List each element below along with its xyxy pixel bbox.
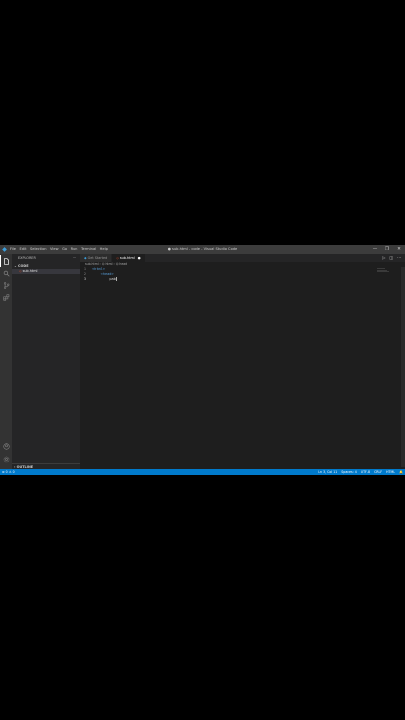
run-icon[interactable]: ▷ (382, 254, 385, 262)
code-line[interactable]: 3 pab (80, 277, 405, 282)
vscode-logo-icon: ◆ (2, 246, 7, 253)
tab-get-started[interactable]: ◆Get Started (80, 254, 113, 262)
problems-indicator[interactable]: ⊗ 0 ⚠ 0 (2, 469, 15, 475)
account-icon[interactable] (0, 440, 12, 452)
source-control-icon[interactable] (0, 279, 12, 291)
unsaved-dot-icon[interactable]: ● (138, 256, 141, 260)
extensions-icon[interactable] (0, 291, 12, 303)
html-file-icon: ◇ (116, 256, 119, 260)
menu-view[interactable]: View (50, 245, 59, 254)
status-bar: ⊗ 0 ⚠ 0 Ln 3, Col 11 Spaces: 4 UTF-8 CRL… (0, 469, 405, 475)
minimize-button[interactable]: — (369, 245, 381, 254)
settings-gear-icon[interactable] (0, 453, 12, 465)
maximize-button[interactable]: ❐ (381, 245, 393, 254)
more-icon[interactable]: ··· (397, 254, 401, 262)
menu-go[interactable]: Go (62, 245, 67, 254)
file-item-label: sub.html (22, 269, 38, 273)
window-controls: — ❐ ✕ (369, 245, 405, 254)
notifications-bell-icon[interactable]: 🔔 (399, 469, 403, 475)
editor-scrollbar[interactable] (401, 267, 405, 467)
explorer-sidebar: EXPLORER ··· ⌄ CODE ◇sub.html › OUTLINE (12, 254, 80, 469)
line-number: 3 (83, 277, 86, 281)
explorer-icon[interactable] (0, 255, 12, 267)
language-mode[interactable]: HTML (386, 469, 395, 475)
menu-run[interactable]: Run (71, 245, 78, 254)
html-file-icon: ◇ (19, 269, 22, 273)
close-button[interactable]: ✕ (393, 245, 405, 254)
search-icon[interactable] (0, 267, 12, 279)
editor-actions: ▷ ◫ ··· (382, 254, 401, 262)
tab-sub-html[interactable]: ◇sub.html ● (112, 254, 146, 262)
line-ending[interactable]: CRLF (374, 469, 382, 475)
code-editor[interactable]: 1 <html> 2 <head> 3 pab (80, 267, 405, 282)
menu-bar: File Edit Selection View Go Run Terminal… (10, 245, 108, 254)
menu-terminal[interactable]: Terminal (81, 245, 96, 254)
text-cursor (115, 277, 117, 281)
title-bar: ◆ File Edit Selection View Go Run Termin… (0, 245, 405, 254)
split-editor-icon[interactable]: ◫ (389, 254, 393, 262)
editor-tabs: ◆Get Started ◇sub.html ● (80, 254, 405, 262)
menu-file[interactable]: File (10, 245, 16, 254)
status-right: Ln 3, Col 11 Spaces: 4 UTF-8 CRLF HTML 🔔 (318, 469, 403, 475)
menu-edit[interactable]: Edit (20, 245, 27, 254)
editor-area: ◆Get Started ◇sub.html ● ▷ ◫ ··· sub.html… (80, 254, 405, 469)
minimap[interactable] (377, 268, 399, 272)
activity-bar (0, 254, 12, 469)
vscode-tab-icon: ◆ (84, 256, 87, 260)
tab-label: Get Started (87, 256, 108, 260)
code-token: <html> (92, 267, 105, 271)
menu-selection[interactable]: Selection (30, 245, 47, 254)
cursor-position[interactable]: Ln 3, Col 11 (318, 469, 337, 475)
file-item-sub-html[interactable]: ◇sub.html (12, 269, 80, 274)
more-actions-icon[interactable]: ··· (73, 254, 76, 263)
tab-label: sub.html (119, 256, 135, 260)
explorer-title: EXPLORER (18, 256, 36, 260)
indentation[interactable]: Spaces: 4 (341, 469, 357, 475)
menu-help[interactable]: Help (100, 245, 108, 254)
vscode-window: ◆ File Edit Selection View Go Run Termin… (0, 245, 405, 475)
encoding[interactable]: UTF-8 (361, 469, 370, 475)
code-token: <head> (100, 272, 114, 276)
